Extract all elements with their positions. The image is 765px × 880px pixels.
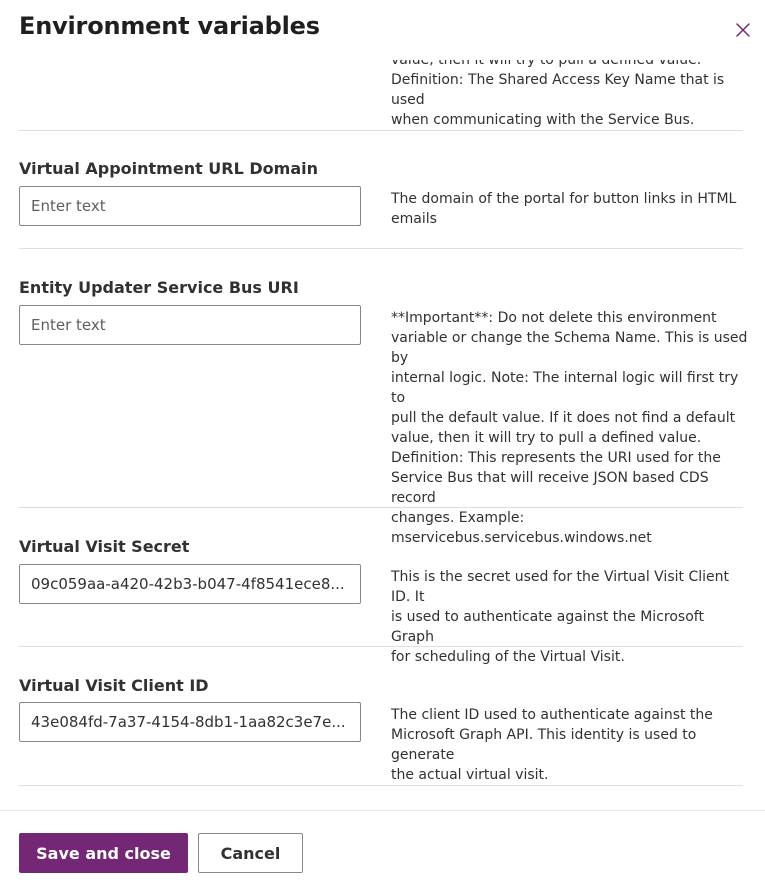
divider — [19, 507, 743, 508]
panel-title: Environment variables — [19, 12, 320, 40]
divider — [19, 785, 743, 786]
variables-scroll-area[interactable]: value, then it will try to pull a define… — [0, 0, 765, 810]
virtual-visit-secret-input[interactable] — [19, 564, 361, 604]
field-label-virtual-visit-secret: Virtual Visit Secret — [19, 537, 190, 556]
field-label-virtual-visit-client-id: Virtual Visit Client ID — [19, 676, 209, 695]
close-icon — [736, 23, 750, 37]
divider — [19, 248, 743, 249]
environment-variables-panel: value, then it will try to pull a define… — [0, 0, 765, 880]
entity-updater-service-bus-uri-input[interactable] — [19, 305, 361, 345]
panel-header: Environment variables — [0, 0, 765, 60]
field-label-entity-updater-service-bus-uri: Entity Updater Service Bus URI — [19, 278, 299, 297]
cancel-button[interactable]: Cancel — [198, 833, 303, 873]
panel-footer: Save and close Cancel — [0, 810, 765, 880]
variable-description: value, then it will try to pull a define… — [391, 52, 725, 128]
virtual-appointment-url-domain-input[interactable] — [19, 186, 361, 226]
field-label-virtual-appointment-url-domain: Virtual Appointment URL Domain — [19, 159, 318, 178]
variable-description: The domain of the portal for button link… — [391, 191, 737, 227]
variable-description: **Important**: Do not delete this enviro… — [391, 310, 748, 546]
close-button[interactable] — [732, 19, 754, 41]
divider — [19, 130, 743, 131]
save-and-close-button[interactable]: Save and close — [19, 833, 188, 873]
variable-description: This is the secret used for the Virtual … — [391, 569, 729, 665]
divider — [19, 646, 743, 647]
virtual-visit-client-id-input[interactable] — [19, 702, 361, 742]
variable-description: The client ID used to authenticate again… — [391, 707, 713, 783]
